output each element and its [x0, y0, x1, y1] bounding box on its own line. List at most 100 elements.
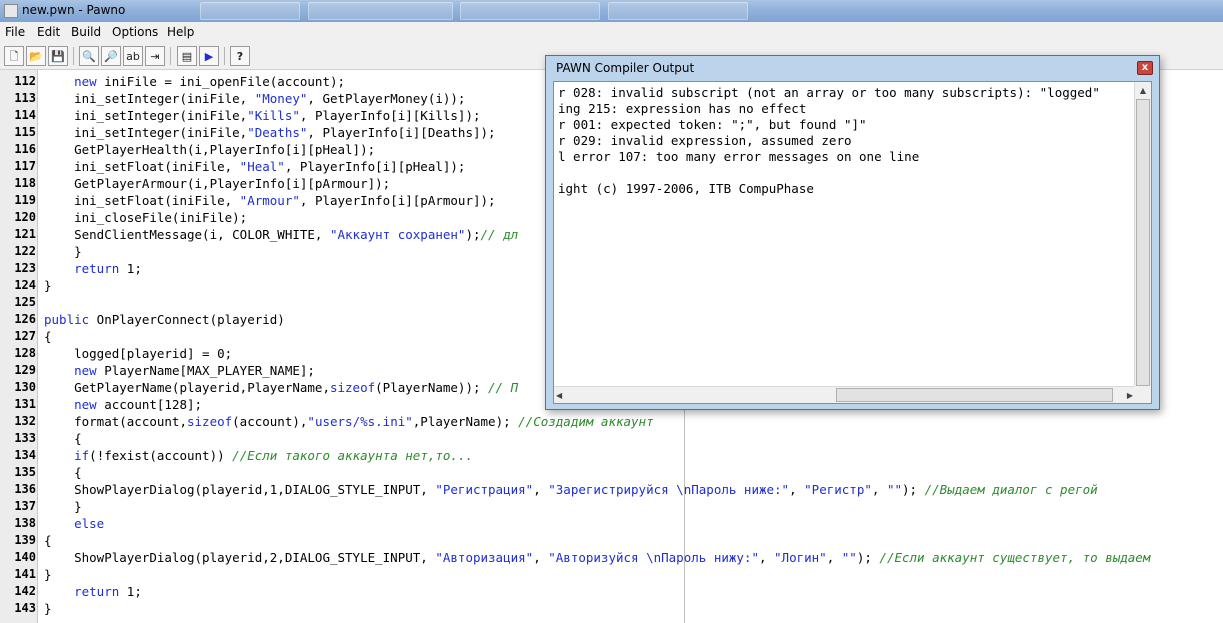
- new-file-button[interactable]: 🗋: [4, 46, 24, 66]
- code-text: new iniFile = ini_openFile(account);: [44, 73, 345, 90]
- code-line[interactable]: 135 {: [0, 464, 1223, 481]
- menu-file[interactable]: File: [5, 25, 25, 39]
- code-token: logged[playerid] = 0;: [44, 346, 233, 361]
- string-token: "Heal": [239, 159, 285, 174]
- line-number: 112: [14, 74, 36, 88]
- compiler-output-line: r 029: invalid expression, assumed zero: [558, 133, 852, 148]
- keyword-token: sizeof: [329, 380, 376, 395]
- line-number: 119: [14, 193, 36, 207]
- code-token: ,: [533, 550, 549, 565]
- code-line[interactable]: 138 else: [0, 515, 1223, 532]
- line-number: 131: [14, 397, 36, 411]
- replace-button[interactable]: ab: [123, 46, 143, 66]
- line-number: 123: [14, 261, 36, 275]
- line-number: 124: [14, 278, 36, 292]
- horizontal-scrollbar[interactable]: ◀ ▶: [554, 386, 1135, 403]
- menu-edit[interactable]: Edit: [37, 25, 60, 39]
- code-text: {: [44, 430, 82, 447]
- string-token: "Аккаунт сохранен": [329, 227, 466, 242]
- line-number: 137: [14, 499, 36, 513]
- toolbar-separator: [73, 47, 74, 65]
- string-token: "users/%s.ini": [307, 414, 413, 429]
- code-text: ini_setFloat(iniFile, "Heal", PlayerInfo…: [44, 158, 465, 175]
- function-list-button[interactable]: ▤: [177, 46, 197, 66]
- code-line[interactable]: 136 ShowPlayerDialog(playerid,1,DIALOG_S…: [0, 481, 1223, 498]
- horizontal-scroll-thumb[interactable]: [836, 388, 1113, 402]
- toolbar-separator: [224, 47, 225, 65]
- code-text: ini_setFloat(iniFile, "Armour", PlayerIn…: [44, 192, 495, 209]
- code-line[interactable]: 133 {: [0, 430, 1223, 447]
- scroll-up-icon[interactable]: ▲: [1135, 82, 1151, 99]
- code-line[interactable]: 134 if(!fexist(account)) //Если такого а…: [0, 447, 1223, 464]
- background-taskbar-item: [460, 2, 600, 20]
- code-text: }: [44, 600, 52, 617]
- compile-button[interactable]: ▶: [199, 46, 219, 66]
- line-number: 114: [14, 108, 36, 122]
- code-line[interactable]: 143}: [0, 600, 1223, 617]
- code-text: SendClientMessage(i, COLOR_WHITE, "Аккау…: [44, 226, 518, 243]
- open-file-button[interactable]: 📂: [26, 46, 46, 66]
- line-number: 142: [14, 584, 36, 598]
- comment-token: //Если такого аккаунта нет,то...: [232, 448, 473, 463]
- window-titlebar: new.pwn - Pawno: [0, 0, 1223, 22]
- code-token: ,: [758, 550, 775, 565]
- string-token: "": [886, 482, 902, 497]
- code-token: ini_setInteger(iniFile,: [44, 108, 248, 123]
- code-text: ini_closeFile(iniFile);: [44, 209, 247, 226]
- vertical-scroll-thumb[interactable]: [1136, 99, 1150, 386]
- keyword-token: sizeof: [187, 414, 233, 429]
- code-text: }: [44, 566, 52, 583]
- keyword-token: return: [74, 261, 120, 276]
- save-file-button[interactable]: 💾: [48, 46, 68, 66]
- keyword-token: public: [44, 312, 90, 327]
- code-token: account[128];: [96, 397, 203, 412]
- line-number: 132: [14, 414, 36, 428]
- code-token: GetPlayerHealth(i,PlayerInfo[i][pHeal]);: [44, 142, 376, 157]
- close-button[interactable]: x: [1137, 61, 1153, 75]
- code-line[interactable]: 132 format(account,sizeof(account),"user…: [0, 413, 1223, 430]
- vertical-scrollbar[interactable]: ▲: [1134, 82, 1151, 386]
- string-token: "Регистр": [804, 482, 872, 497]
- line-number: 135: [14, 465, 36, 479]
- code-token: ini_setFloat(iniFile,: [44, 193, 240, 208]
- comment-token: // дл: [480, 227, 519, 242]
- code-token: }: [44, 244, 82, 259]
- menu-bar: File Edit Build Options Help: [0, 22, 1223, 42]
- code-text: new account[128];: [44, 396, 202, 413]
- keyword-token: else: [74, 516, 105, 531]
- code-line[interactable]: 140 ShowPlayerDialog(playerid,2,DIALOG_S…: [0, 549, 1223, 566]
- line-number: 140: [14, 550, 36, 564]
- code-line[interactable]: 142 return 1;: [0, 583, 1223, 600]
- code-text: new PlayerName[MAX_PLAYER_NAME];: [44, 362, 315, 379]
- compiler-output-text[interactable]: r 028: invalid subscript (not an array o…: [553, 81, 1152, 404]
- background-taskbar-item: [608, 2, 748, 20]
- compiler-output-window[interactable]: PAWN Compiler Output x r 028: invalid su…: [545, 55, 1160, 410]
- code-line[interactable]: 137 }: [0, 498, 1223, 515]
- code-token: 1;: [119, 584, 142, 599]
- line-number: 120: [14, 210, 36, 224]
- function-list-icon: ▤: [181, 49, 193, 63]
- code-text: else: [44, 515, 104, 532]
- code-line[interactable]: 139 {: [0, 532, 1223, 549]
- comment-token: //Создадим аккаунт: [518, 414, 654, 429]
- scroll-right-icon[interactable]: ▶: [1119, 387, 1133, 403]
- help-button[interactable]: ?: [230, 46, 250, 66]
- code-line[interactable]: 141}: [0, 566, 1223, 583]
- keyword-token: new: [74, 74, 97, 89]
- menu-options[interactable]: Options: [112, 25, 158, 39]
- compiler-window-titlebar[interactable]: PAWN Compiler Output x: [546, 56, 1159, 80]
- find-button[interactable]: 🔍: [79, 46, 99, 66]
- goto-line-button[interactable]: ⇥: [145, 46, 165, 66]
- menu-build[interactable]: Build: [71, 25, 101, 39]
- line-number: 139: [14, 533, 36, 547]
- code-token: {: [44, 431, 82, 446]
- code-token: ,PlayerName);: [412, 414, 519, 429]
- menu-help[interactable]: Help: [167, 25, 194, 39]
- code-token: );: [902, 482, 925, 497]
- code-text: }: [44, 277, 52, 294]
- code-text: ShowPlayerDialog(playerid,1,DIALOG_STYLE…: [44, 481, 1098, 498]
- replace-icon: ab: [126, 49, 140, 63]
- code-token: {: [44, 329, 52, 344]
- find-next-button[interactable]: 🔎: [101, 46, 121, 66]
- scroll-left-icon[interactable]: ◀: [556, 387, 570, 403]
